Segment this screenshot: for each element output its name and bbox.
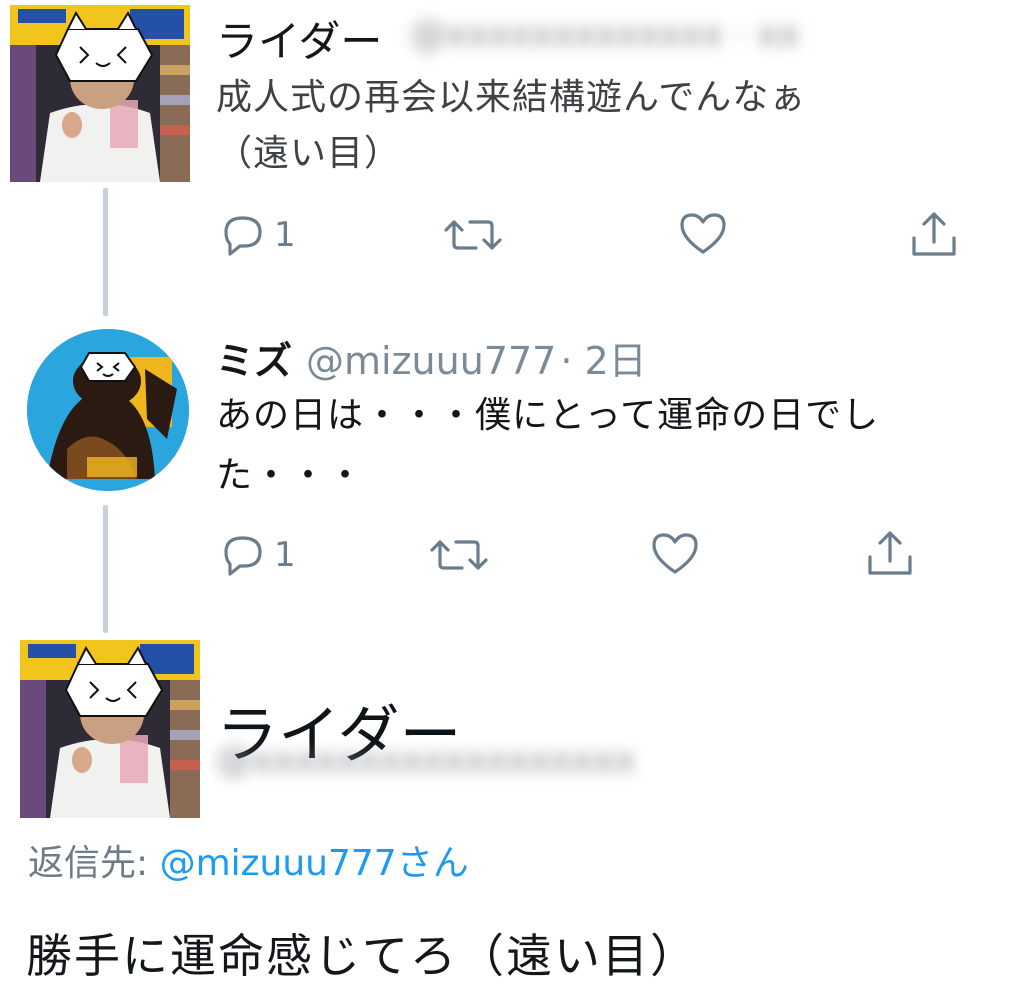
share-button[interactable] [864, 527, 916, 579]
retweet-arrows-icon [444, 220, 502, 250]
tweet-text: 勝手に運命感じてろ（遠い目） [26, 929, 698, 983]
reply-to-label: 返信先: [28, 843, 160, 884]
author-name[interactable]: ライダー [216, 8, 382, 69]
tweet-text-line: た・・・ [216, 455, 365, 496]
share-upload-icon [868, 531, 912, 575]
tweet-text-line: 成人式の再会以来結構遊んでんなぁ [216, 77, 807, 118]
retweet-button[interactable] [430, 532, 488, 578]
tweet-date[interactable]: · 2日 [560, 330, 646, 385]
thread-line-bottom [103, 505, 108, 633]
retweet-button[interactable] [444, 212, 502, 258]
avatar[interactable] [20, 640, 200, 818]
retweet-arrows-icon [430, 540, 488, 570]
thread-line-top [103, 188, 108, 316]
heart-icon [652, 533, 698, 574]
author-handle[interactable]: @mizuuu777 [306, 339, 556, 383]
author-handle[interactable]: @xxxxxxxxxxxxx · xx [410, 14, 800, 55]
heart-icon [680, 213, 726, 254]
reply-count: 1 [274, 215, 296, 255]
author-name[interactable]: ミズ [216, 330, 292, 385]
avatar-photo [10, 5, 190, 182]
reply-to: 返信先: @mizuuu777さん [28, 834, 469, 886]
reply-count: 1 [274, 535, 296, 575]
avatar[interactable] [27, 329, 189, 491]
tweet-text-line: （遠い目） [216, 133, 402, 174]
author-handle[interactable]: @xxxxxxxxxxxxxxxxxx [216, 740, 635, 781]
avatar-photo [27, 329, 189, 491]
share-upload-icon [912, 212, 956, 256]
avatar-photo [20, 640, 200, 818]
reply-to-handle[interactable]: @mizuuu777さん [160, 843, 469, 884]
share-button[interactable] [908, 208, 960, 260]
like-button[interactable] [678, 210, 728, 256]
reply-button[interactable]: 1 [218, 212, 296, 258]
reply-button[interactable]: 1 [218, 532, 296, 578]
speech-bubble-icon [224, 536, 262, 576]
tweet-text-line: あの日は・・・僕にとって運命の日でし [216, 395, 880, 436]
like-button[interactable] [650, 530, 700, 576]
tweet-header: ミズ @mizuuu777 · 2日 [216, 330, 647, 385]
avatar[interactable] [10, 5, 190, 182]
speech-bubble-icon [224, 216, 262, 256]
